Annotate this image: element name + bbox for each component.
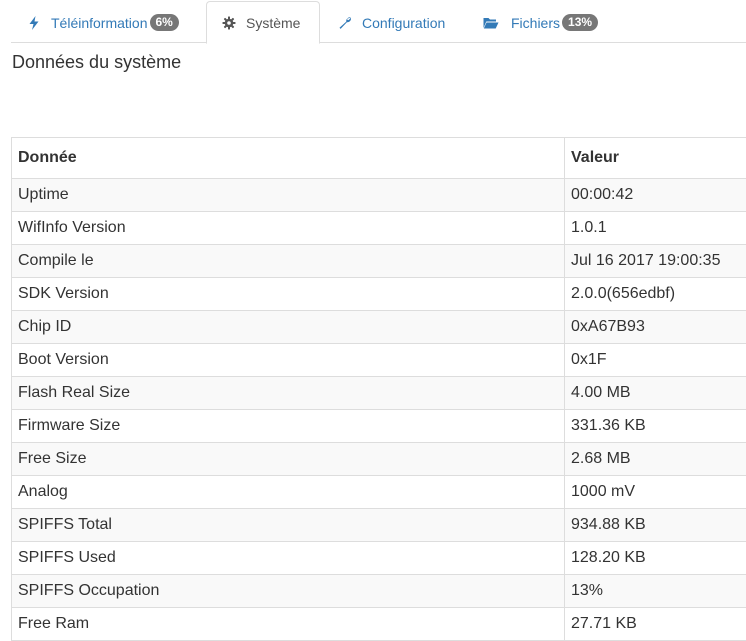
row-value: Jul 16 2017 19:00:35	[565, 245, 746, 278]
gear-icon	[222, 16, 236, 30]
page-title: Données du système	[12, 52, 181, 73]
table-row: Free Ram27.71 KB	[12, 608, 746, 641]
row-value: 2.68 MB	[565, 443, 746, 476]
progress-badge: 6%	[150, 14, 179, 31]
table-row: Analog1000 mV	[12, 476, 746, 509]
table-row: WifInfo Version1.0.1	[12, 212, 746, 245]
row-label: SPIFFS Total	[12, 509, 565, 542]
row-label: Analog	[12, 476, 565, 509]
row-label: Firmware Size	[12, 410, 565, 443]
column-header-valeur: Valeur	[565, 138, 746, 179]
row-label: Compile le	[12, 245, 565, 278]
table-row: SPIFFS Occupation13%	[12, 575, 746, 608]
tab-label: Fichiers	[511, 15, 560, 31]
row-label: SDK Version	[12, 278, 565, 311]
row-value: 0x1F	[565, 344, 746, 377]
table-row: Boot Version0x1F	[12, 344, 746, 377]
row-label: Boot Version	[12, 344, 565, 377]
table-row: Firmware Size331.36 KB	[12, 410, 746, 443]
table-row: Flash Real Size4.00 MB	[12, 377, 746, 410]
table-header-row: Donnée Valeur	[12, 138, 746, 179]
row-label: SPIFFS Used	[12, 542, 565, 575]
row-value: 27.71 KB	[565, 608, 746, 641]
row-value: 00:00:42	[565, 179, 746, 212]
table-row: Free Size2.68 MB	[12, 443, 746, 476]
tab-label: Système	[246, 15, 300, 31]
table-row: SPIFFS Used128.20 KB	[12, 542, 746, 575]
tab-label: Configuration	[362, 15, 445, 31]
row-label: Chip ID	[12, 311, 565, 344]
folder-open-icon	[483, 16, 499, 30]
table-row: Uptime00:00:42	[12, 179, 746, 212]
tab-fichiers[interactable]: Fichiers 13%	[483, 2, 598, 43]
row-label: Uptime	[12, 179, 565, 212]
tab-label: Téléinformation	[51, 15, 148, 31]
row-value: 934.88 KB	[565, 509, 746, 542]
wrench-icon	[338, 16, 352, 30]
row-value: 2.0.0(656edbf)	[565, 278, 746, 311]
tab-configuration[interactable]: Configuration	[338, 2, 445, 43]
row-value: 1000 mV	[565, 476, 746, 509]
table-row: SPIFFS Total934.88 KB	[12, 509, 746, 542]
row-value: 0xA67B93	[565, 311, 746, 344]
row-value: 331.36 KB	[565, 410, 746, 443]
tab-teleinformation[interactable]: Téléinformation 6%	[27, 2, 179, 43]
row-label: Free Ram	[12, 608, 565, 641]
row-value: 128.20 KB	[565, 542, 746, 575]
row-label: Free Size	[12, 443, 565, 476]
row-value: 4.00 MB	[565, 377, 746, 410]
table-row: Chip ID0xA67B93	[12, 311, 746, 344]
bolt-icon	[27, 16, 41, 30]
row-value: 1.0.1	[565, 212, 746, 245]
nav-tabs: Téléinformation 6% Système Configurat	[11, 0, 746, 43]
row-value: 13%	[565, 575, 746, 608]
progress-badge: 13%	[562, 14, 598, 31]
row-label: WifInfo Version	[12, 212, 565, 245]
system-data-table: Donnée Valeur Uptime00:00:42 WifInfo Ver…	[11, 137, 746, 641]
row-label: Flash Real Size	[12, 377, 565, 410]
table-row: Compile leJul 16 2017 19:00:35	[12, 245, 746, 278]
row-label: SPIFFS Occupation	[12, 575, 565, 608]
column-header-donnee: Donnée	[12, 138, 565, 179]
tab-systeme[interactable]: Système	[206, 1, 320, 44]
table-row: SDK Version2.0.0(656edbf)	[12, 278, 746, 311]
